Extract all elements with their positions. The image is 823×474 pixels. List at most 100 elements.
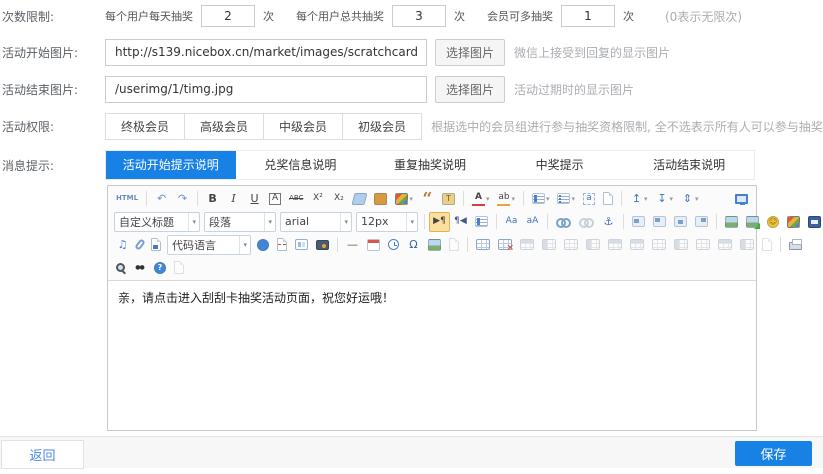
screen-snapshot-icon[interactable] (312, 237, 333, 253)
member-extra-draw-input[interactable] (561, 5, 615, 27)
underline-icon[interactable]: U (244, 189, 265, 209)
horizontal-rule-icon[interactable]: — (342, 235, 363, 255)
image-inline-icon[interactable] (628, 213, 649, 230)
insert-table-icon[interactable] (472, 236, 494, 253)
split-rows-icon[interactable] (604, 236, 626, 253)
delete-col-icon[interactable] (692, 236, 714, 253)
word-image-icon[interactable] (147, 235, 165, 254)
unlink-icon[interactable] (575, 214, 598, 229)
subscript-icon[interactable]: X₂ (328, 189, 349, 209)
insert-row-icon[interactable] (626, 236, 648, 253)
indent-icon[interactable] (471, 213, 492, 230)
font-family-select[interactable]: arial▾ (280, 212, 352, 232)
table-title-col-icon[interactable] (538, 236, 560, 253)
insert-frame-icon[interactable] (291, 236, 312, 253)
search-replace-icon[interactable]: ●● (129, 258, 150, 278)
insert-date-icon[interactable] (363, 236, 384, 254)
align-bottom-icon[interactable]: ↧▾ (652, 189, 678, 209)
tab-win-notice[interactable]: 中奖提示 (495, 151, 625, 179)
insert-music-icon[interactable]: ♫ (112, 235, 133, 255)
member-option-senior[interactable]: 高级会员 (184, 113, 264, 140)
drafts-icon[interactable] (170, 258, 188, 277)
save-button[interactable]: 保存 (735, 441, 812, 466)
merge-down-icon[interactable] (582, 236, 604, 253)
delete-table-icon[interactable] (494, 236, 516, 253)
delete-row-icon[interactable] (648, 236, 670, 253)
align-top-icon[interactable]: ↥▾ (626, 189, 652, 209)
link-icon[interactable] (552, 214, 575, 229)
start-image-input[interactable] (105, 39, 427, 66)
anchor-inline-icon[interactable]: a (579, 190, 599, 208)
redo-icon[interactable]: ↷ (172, 189, 193, 209)
to-uppercase-icon[interactable]: Aa (501, 212, 522, 232)
print-icon[interactable] (785, 236, 806, 253)
unordered-list-icon[interactable]: ▾ (553, 190, 579, 207)
scrawl-icon[interactable] (783, 213, 804, 231)
tab-activity-end[interactable]: 活动结束说明 (624, 151, 754, 179)
paragraph-mark-icon[interactable]: ¶◀ (450, 212, 471, 232)
page-break-icon[interactable] (273, 235, 291, 254)
line-height-icon[interactable]: ⇕▾ (677, 189, 703, 209)
bold-icon[interactable]: B (202, 189, 223, 209)
first-line-indent-icon[interactable]: ▶¶ (429, 212, 450, 232)
member-option-junior[interactable]: 初级会员 (342, 113, 422, 140)
help-icon[interactable]: ? (150, 259, 170, 277)
new-document-icon[interactable] (599, 189, 617, 208)
member-option-middle[interactable]: 中级会员 (263, 113, 343, 140)
undo-icon[interactable]: ↶ (151, 189, 172, 209)
end-image-input[interactable] (105, 76, 427, 103)
blockquote-icon[interactable]: “ (417, 190, 438, 207)
preview-icon[interactable] (112, 260, 129, 275)
text-highlight-icon[interactable]: ab▾ (493, 189, 519, 209)
special-chars-icon[interactable]: Ω (403, 235, 424, 255)
limits-fields: 每个用户每天抽奖次每个用户总共抽奖次会员可多抽奖次(0表示无限次) (105, 5, 823, 27)
paste-plain-icon[interactable]: T (438, 190, 459, 208)
table-props-icon[interactable] (736, 236, 758, 253)
eraser-icon[interactable] (349, 190, 370, 208)
merge-cells-icon[interactable] (714, 236, 736, 253)
insert-video-icon[interactable] (804, 213, 823, 231)
font-color-icon[interactable]: A▾ (468, 189, 494, 209)
code-language-select[interactable]: 代码语言▾ (167, 235, 251, 255)
char-border-icon[interactable]: A (265, 190, 285, 208)
fullscreen-icon[interactable] (731, 191, 752, 207)
auto-typeset-icon[interactable]: ▾ (391, 190, 417, 208)
format-brush-icon[interactable] (370, 190, 391, 208)
image-center-icon[interactable] (670, 213, 691, 230)
superscript-icon[interactable]: X² (307, 189, 328, 209)
tab-activity-start[interactable]: 活动开始提示说明 (106, 151, 236, 179)
tab-redeem-info[interactable]: 兑奖信息说明 (236, 151, 366, 179)
merge-right-icon[interactable] (560, 236, 582, 253)
ordered-list-icon[interactable]: ▾ (528, 190, 554, 207)
html-source-icon[interactable]: HTML (112, 189, 142, 209)
start-image-pick-button[interactable]: 选择图片 (435, 39, 505, 66)
message-tabs: 活动开始提示说明兑奖信息说明重复抽奖说明中奖提示活动结束说明 (105, 150, 755, 180)
font-size-select[interactable]: 12px▾ (356, 212, 418, 232)
image-left-icon[interactable] (649, 213, 670, 230)
custom-title-select[interactable]: 自定义标题▾ (114, 212, 200, 232)
total-draw-input[interactable] (392, 5, 446, 27)
tab-repeat-draw[interactable]: 重复抽奖说明 (365, 151, 495, 179)
online-image-icon[interactable] (742, 213, 763, 231)
baidu-map-icon[interactable] (253, 236, 273, 254)
back-button[interactable]: 返回 (1, 440, 84, 469)
to-lowercase-icon[interactable]: aA (522, 212, 543, 232)
strikethrough-icon[interactable]: ABC (285, 189, 307, 209)
emotion-icon[interactable]: ☺ (763, 213, 783, 231)
end-image-pick-button[interactable]: 选择图片 (435, 76, 505, 103)
italic-icon[interactable]: I (223, 189, 244, 209)
insert-image-icon[interactable] (721, 213, 742, 231)
member-option-ultimate[interactable]: 终极会员 (105, 113, 185, 140)
attachment-icon[interactable] (133, 236, 147, 253)
insert-col-icon[interactable] (670, 236, 692, 253)
daily-draw-input[interactable] (201, 5, 255, 27)
document-template-icon[interactable] (758, 235, 776, 254)
google-map-icon[interactable] (445, 235, 463, 254)
anchor-icon[interactable]: ⚓ (598, 212, 619, 232)
table-title-icon[interactable] (516, 236, 538, 253)
insert-time-icon[interactable] (384, 236, 403, 253)
paragraph-format-select[interactable]: 段落▾ (204, 212, 276, 232)
editor-content[interactable]: 亲，请点击进入刮刮卡抽奖活动页面，祝您好运哦！ (108, 281, 756, 430)
image-manager-icon[interactable] (424, 236, 445, 254)
image-right-icon[interactable] (691, 213, 712, 230)
